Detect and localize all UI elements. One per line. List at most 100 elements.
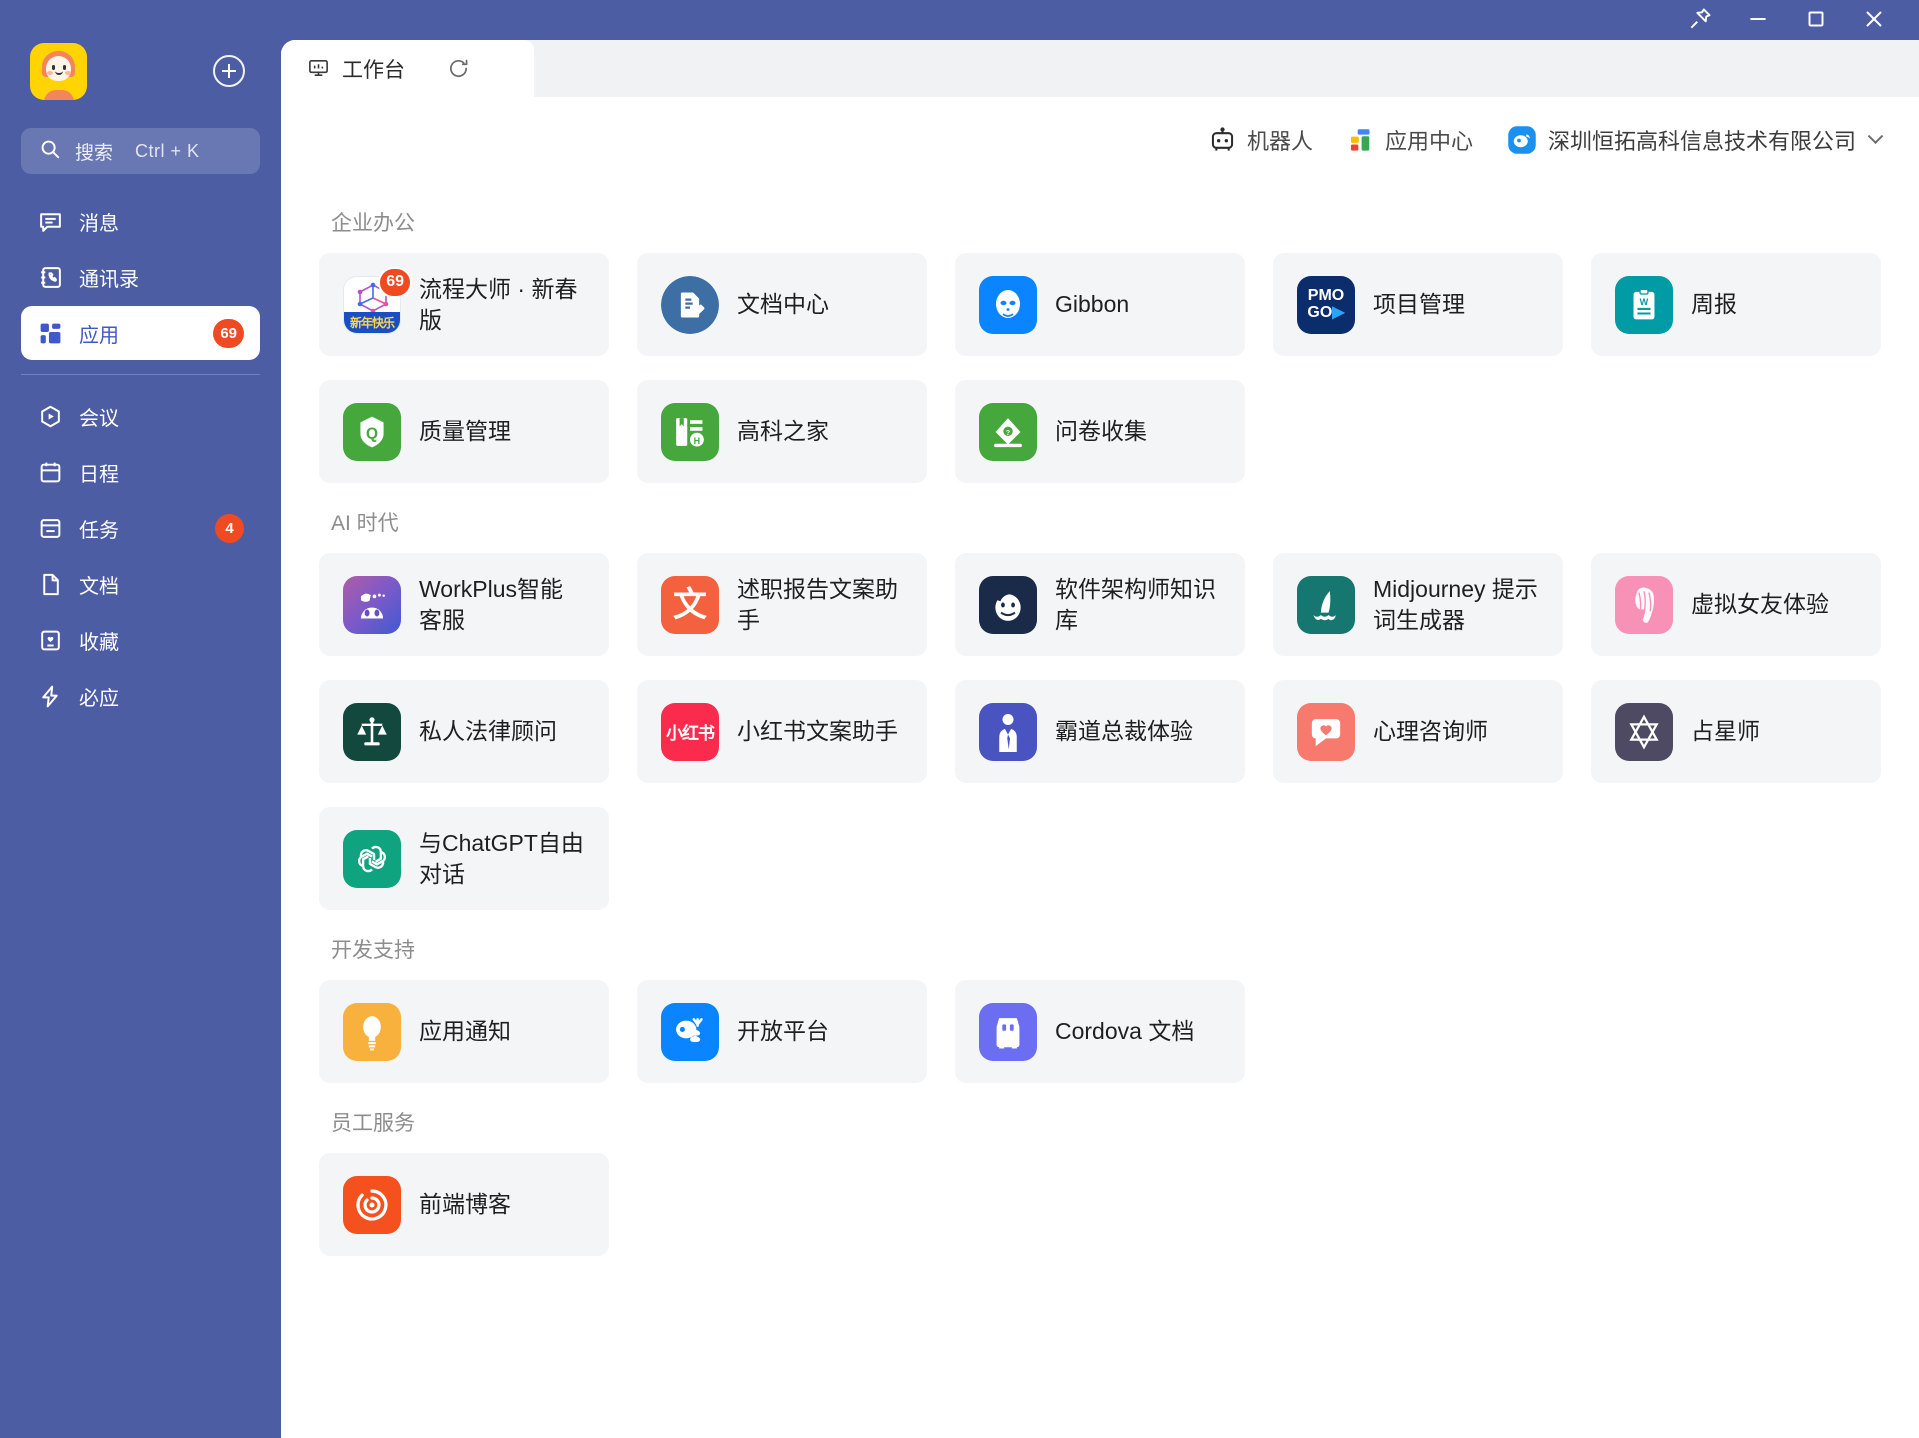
app-card-legal-advisor[interactable]: 私人法律顾问 <box>319 680 609 783</box>
sidebar-divider <box>21 374 260 375</box>
bing-icon <box>37 683 63 709</box>
sidebar-item-label: 文档 <box>79 570 119 599</box>
app-card-virtual-girlfriend[interactable]: 虚拟女友体验 <box>1591 553 1881 656</box>
app-card-liuchengdashi[interactable]: 新年快乐 69 流程大师 · 新春版 <box>319 253 609 356</box>
app-label: 前端博客 <box>419 1189 511 1220</box>
add-button[interactable] <box>213 55 245 87</box>
sidebar-item-label: 应用 <box>79 319 119 348</box>
robot-icon <box>1209 127 1236 154</box>
status-badge: 69 <box>378 267 412 298</box>
refresh-icon[interactable] <box>447 57 470 80</box>
app-label: 占星师 <box>1691 716 1760 747</box>
app-card-chatgpt[interactable]: 与ChatGPT自由对话 <box>319 807 609 910</box>
sidebar-nav-bottom: 会议 日程 任务 4 <box>0 389 281 723</box>
app-label: Gibbon <box>1055 289 1129 320</box>
sidebar-item-messages[interactable]: 消息 <box>21 194 260 248</box>
app-card-workplus-bot[interactable]: WorkPlus智能客服 <box>319 553 609 656</box>
open-platform-icon <box>661 1003 719 1061</box>
app-card-survey[interactable]: ? 问卷收集 <box>955 380 1245 483</box>
contacts-icon <box>37 264 63 290</box>
app-label: 高科之家 <box>737 416 829 447</box>
section-title: 开发支持 <box>331 934 1881 964</box>
close-button[interactable] <box>1845 0 1903 42</box>
app-card-gaoke-home[interactable]: H 高科之家 <box>637 380 927 483</box>
sidebar-item-tasks[interactable]: 任务 4 <box>21 501 260 555</box>
app-label: Midjourney 提示词生成器 <box>1373 574 1539 635</box>
app-card-cordova[interactable]: Cordova 文档 <box>955 980 1245 1083</box>
workbench-toolbar: 机器人 应用中心 <box>281 97 1919 183</box>
meeting-icon <box>37 403 63 429</box>
pin-button[interactable] <box>1671 0 1729 42</box>
app-label: 质量管理 <box>419 416 511 447</box>
app-label: 应用通知 <box>419 1016 511 1047</box>
app-card-weekly-report[interactable]: W 周报 <box>1591 253 1881 356</box>
app-label: 心理咨询师 <box>1373 716 1488 747</box>
sidebar-item-apps[interactable]: 应用 69 <box>21 306 260 360</box>
virtual-girlfriend-icon <box>1615 576 1673 634</box>
app-card-app-notify[interactable]: 应用通知 <box>319 980 609 1083</box>
app-grid: 前端博客 <box>319 1153 1881 1256</box>
app-card-frontend-blog[interactable]: 前端博客 <box>319 1153 609 1256</box>
sidebar-nav-top: 消息 通讯录 <box>0 194 281 360</box>
app-label: 问卷收集 <box>1055 416 1147 447</box>
svg-text:H: H <box>694 435 701 445</box>
robot-button[interactable]: 机器人 <box>1209 124 1313 156</box>
svg-text:Q: Q <box>366 425 378 442</box>
sidebar-item-label: 收藏 <box>79 626 119 655</box>
document-center-icon <box>661 276 719 334</box>
app-center-icon <box>1347 127 1374 154</box>
document-icon <box>37 571 63 597</box>
tab-workbench[interactable]: 工作台 <box>281 40 534 97</box>
app-window: 搜索 Ctrl + K 消息 <box>0 0 1919 1438</box>
org-selector[interactable]: 深圳恒拓高科信息技术有限公司 <box>1507 124 1881 156</box>
app-card-architect-kb[interactable]: 软件架构师知识库 <box>955 553 1245 656</box>
sidebar-item-favorites[interactable]: 收藏 <box>21 613 260 667</box>
app-label: 述职报告文案助手 <box>737 574 903 635</box>
app-grid: 新年快乐 69 流程大师 · 新春版 <box>319 253 1881 483</box>
sidebar-item-contacts[interactable]: 通讯录 <box>21 250 260 304</box>
app-label: 虚拟女友体验 <box>1691 589 1829 620</box>
app-card-counselor[interactable]: 心理咨询师 <box>1273 680 1563 783</box>
app-card-astrologer[interactable]: 占星师 <box>1591 680 1881 783</box>
app-label: 周报 <box>1691 289 1737 320</box>
sidebar-item-documents[interactable]: 文档 <box>21 557 260 611</box>
app-card-midjourney[interactable]: Midjourney 提示词生成器 <box>1273 553 1563 656</box>
app-card-quality[interactable]: Q 质量管理 <box>319 380 609 483</box>
app-center-button[interactable]: 应用中心 <box>1347 124 1473 156</box>
counselor-icon <box>1297 703 1355 761</box>
status-badge: 4 <box>215 514 244 543</box>
app-grid: 应用通知 <box>319 980 1881 1083</box>
avatar-body <box>44 90 74 100</box>
section-title: 企业办公 <box>331 207 1881 237</box>
app-card-pmogo[interactable]: PMO GO▶ 项目管理 <box>1273 253 1563 356</box>
minimize-icon <box>1745 6 1771 37</box>
app-label: 文档中心 <box>737 289 829 320</box>
avatar-face <box>46 56 71 81</box>
section-title: 员工服务 <box>331 1107 1881 1137</box>
app-card-ceo[interactable]: 霸道总裁体验 <box>955 680 1245 783</box>
sidebar-item-bing[interactable]: 必应 <box>21 669 260 723</box>
sidebar-item-label: 任务 <box>79 514 119 543</box>
pmogo-icon: PMO GO▶ <box>1297 276 1355 334</box>
workbench-icon <box>307 57 330 80</box>
app-card-report-writer[interactable]: 文 述职报告文案助手 <box>637 553 927 656</box>
sidebar: 搜索 Ctrl + K 消息 <box>0 0 281 1438</box>
apps-icon <box>37 320 63 346</box>
favorite-icon <box>37 627 63 653</box>
minimize-button[interactable] <box>1729 0 1787 42</box>
app-card-document-center[interactable]: 文档中心 <box>637 253 927 356</box>
sidebar-item-calendar[interactable]: 日程 <box>21 445 260 499</box>
sidebar-item-meeting[interactable]: 会议 <box>21 389 260 443</box>
maximize-button[interactable] <box>1787 0 1845 42</box>
ceo-icon <box>979 703 1037 761</box>
xiaohongshu-icon: 小红书 <box>661 703 719 761</box>
app-card-xiaohongshu[interactable]: 小红书 小红书文案助手 <box>637 680 927 783</box>
chevron-down-icon[interactable] <box>1868 128 1884 144</box>
avatar-eye-right <box>63 65 66 70</box>
section-ai-era: AI 时代 <box>281 507 1919 910</box>
app-card-gibbon[interactable]: Gibbon <box>955 253 1245 356</box>
app-card-open-platform[interactable]: 开放平台 <box>637 980 927 1083</box>
search-input[interactable]: 搜索 Ctrl + K <box>21 128 260 174</box>
close-icon <box>1861 6 1887 37</box>
avatar[interactable] <box>30 43 87 100</box>
